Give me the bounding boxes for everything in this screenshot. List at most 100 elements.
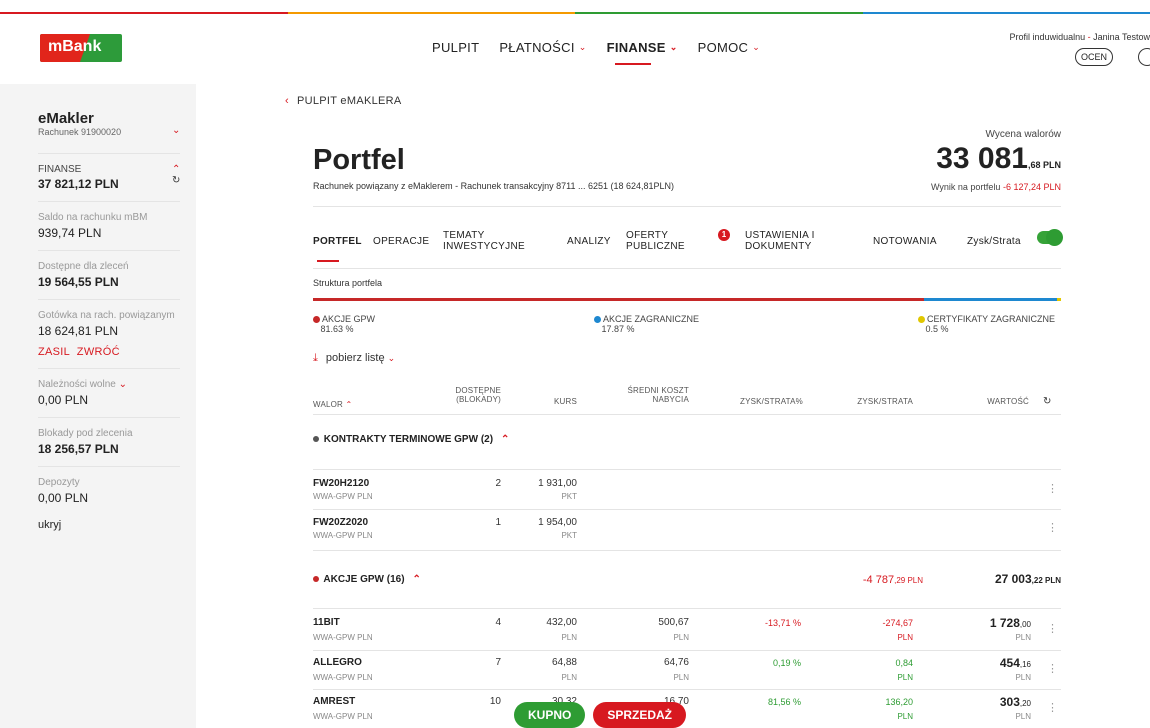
tab-oferty[interactable]: OFERTY PUBLICZNE xyxy=(626,230,685,252)
row-fw20z2020-name[interactable]: FW20Z2020 xyxy=(313,517,368,529)
row-11bit-pnl: -274,67 xyxy=(882,618,913,628)
buy-button[interactable]: KUPNO xyxy=(514,702,586,728)
row-fw20h2120-qty: 2 xyxy=(495,478,501,489)
portfolio-tabs: PORTFEL OPERACJE TEMATY INWESTYCYJNE ANAL… xyxy=(313,228,1063,268)
zwroc-link[interactable]: ZWRÓĆ xyxy=(77,346,120,358)
row-allegro-price: 64,88 xyxy=(551,657,577,668)
row-fw20h2120-price: 1 931,00 xyxy=(538,478,577,489)
row-11bit-avg-cur: PLN xyxy=(673,633,689,642)
row-11bit-market: WWA-GPW PLN xyxy=(313,633,373,642)
group-akcje-gpw[interactable]: AKCJE GPW (16) ⌃ xyxy=(313,574,421,585)
tab-notowania[interactable]: NOTOWANIA xyxy=(873,236,937,247)
profile-info[interactable]: Profil induwidualnu - Janina Testow xyxy=(1010,32,1150,42)
tab-operacje[interactable]: OPERACJE xyxy=(373,236,429,247)
row-allegro-name[interactable]: ALLEGRO xyxy=(313,657,362,669)
sell-button[interactable]: SPRZEDAŻ xyxy=(593,702,687,728)
row-11bit-avg: 500,67 xyxy=(658,617,689,628)
zasil-link[interactable]: ZASIL xyxy=(38,346,70,358)
row-allegro-pnl: 0,84 xyxy=(895,658,913,668)
row-amrest-name[interactable]: AMREST xyxy=(313,696,355,708)
hide-link[interactable]: ukryj xyxy=(38,519,180,531)
legend-akcje-gpw: AKCJE GPW 81.63 % xyxy=(313,314,375,334)
refresh-icon[interactable]: ↻ xyxy=(172,175,180,186)
rate-button[interactable]: OCEN xyxy=(1075,48,1113,66)
group-akcje-gpw-value: 27 003,22 PLN xyxy=(994,572,1061,586)
structure-label: Struktura portfela xyxy=(313,278,383,288)
row-11bit-qty: 4 xyxy=(495,617,501,628)
chevron-down-icon[interactable]: ⌄ xyxy=(172,125,180,136)
row-allegro-pnl-cur: PLN xyxy=(897,673,913,682)
row-11bit-value: 1 728,00 xyxy=(989,616,1031,630)
row-allegro-market: WWA-GPW PLN xyxy=(313,673,373,682)
col-zysk-pct[interactable]: ZYSK/STRATA% xyxy=(713,397,803,406)
row-amrest-value: 303,20 xyxy=(999,695,1031,709)
row-menu-icon[interactable]: ⋮ xyxy=(1047,622,1058,635)
nav-finanse[interactable]: FINANSE ⌄ xyxy=(607,40,678,65)
blokady-label: Blokady pod zlecenia xyxy=(38,428,133,439)
chevron-down-icon: ⌄ xyxy=(387,353,396,363)
row-fw20h2120-name[interactable]: FW20H2120 xyxy=(313,478,369,490)
gotowka-value: 18 624,81 PLN xyxy=(38,324,119,338)
chevron-down-icon: ⌄ xyxy=(578,42,587,52)
col-wartosc[interactable]: WARTOŚĆ xyxy=(953,397,1029,406)
page-subtitle: Rachunek powiązany z eMaklerem - Rachune… xyxy=(313,181,675,191)
download-list[interactable]: ⤓ pobierz listę ⌄ xyxy=(313,352,395,365)
structure-bar xyxy=(313,298,1061,301)
back-link[interactable]: ‹ PULPIT eMAKLERA xyxy=(285,95,402,107)
chevron-up-icon: ⌃ xyxy=(501,434,510,445)
tab-analizy[interactable]: ANALIZY xyxy=(567,236,611,247)
row-menu-icon[interactable]: ⋮ xyxy=(1047,482,1058,495)
col-kurs[interactable]: KURS xyxy=(533,397,577,406)
tab-portfel[interactable]: PORTFEL xyxy=(313,236,362,262)
row-allegro-pct: 0,19 % xyxy=(772,658,801,668)
group-kontrakty[interactable]: KONTRAKTY TERMINOWE GPW (2) ⌃ xyxy=(313,434,509,445)
gotowka-label: Gotówka na rach. powiązanym xyxy=(38,310,175,321)
row-amrest-qty: 10 xyxy=(489,696,501,707)
legend-akcje-zagraniczne: AKCJE ZAGRANICZNE 17.87 % xyxy=(594,314,699,334)
naleznosci-value: 0,00 PLN xyxy=(38,393,89,407)
saldo-value: 939,74 PLN xyxy=(38,226,102,240)
chevron-down-icon: ⌄ xyxy=(752,42,761,52)
portfolio-result: Wynik na portfelu -6 127,24 PLN xyxy=(930,182,1061,192)
naleznosci-label[interactable]: Należności wolne ⌄ xyxy=(38,379,180,390)
chevron-up-icon: ⌃ xyxy=(412,574,421,585)
row-menu-icon[interactable]: ⋮ xyxy=(1047,701,1058,714)
col-walor[interactable]: WALOR ⌃ xyxy=(313,400,352,409)
row-menu-icon[interactable]: ⋮ xyxy=(1047,662,1058,675)
finanse-label[interactable]: FINANSE xyxy=(38,164,180,175)
valuation-value: 33 081,68 PLN xyxy=(936,142,1061,175)
row-fw20z2020-price: 1 954,00 xyxy=(538,517,577,528)
col-dostepne[interactable]: DOSTĘPNE (BLOKADY) xyxy=(443,386,501,404)
row-11bit-name[interactable]: 11BIT xyxy=(313,617,340,629)
chevron-left-icon: ‹ xyxy=(285,95,289,107)
row-menu-icon[interactable]: ⋮ xyxy=(1047,521,1058,534)
row-fw20z2020-unit: PKT xyxy=(561,531,577,540)
chevron-up-icon[interactable]: ⌃ xyxy=(172,164,180,175)
refresh-icon[interactable]: ↻ xyxy=(1043,396,1051,408)
col-sredni-koszt[interactable]: ŚREDNI KOSZT NABYCIA xyxy=(613,386,689,404)
mbank-logo[interactable]: mBank xyxy=(40,34,122,62)
chevron-down-icon: ⌄ xyxy=(118,379,127,390)
row-amrest-market: WWA-GPW PLN xyxy=(313,712,373,721)
row-11bit-price-cur: PLN xyxy=(561,633,577,642)
profit-toggle[interactable] xyxy=(1037,229,1063,246)
row-fw20h2120-unit: PKT xyxy=(561,492,577,501)
row-11bit-pct: -13,71 % xyxy=(764,618,801,628)
logout-icon[interactable] xyxy=(1138,48,1150,66)
notification-badge: 1 xyxy=(718,229,730,241)
row-allegro-avg: 64,76 xyxy=(663,657,689,668)
col-zysk[interactable]: ZYSK/STRATA xyxy=(833,397,913,406)
row-allegro-price-cur: PLN xyxy=(561,673,577,682)
sidebar-title: eMakler xyxy=(38,110,94,127)
tab-tematy[interactable]: TEMATY INWESTYCYJNE xyxy=(443,230,525,252)
nav-platnosci[interactable]: PŁATNOŚCI ⌄ xyxy=(499,40,586,55)
row-allegro-avg-cur: PLN xyxy=(673,673,689,682)
nav-pulpit[interactable]: PULPIT xyxy=(432,40,479,55)
tab-ustawienia[interactable]: USTAWIENIA I DOKUMENTY xyxy=(745,230,815,252)
depozyty-value: 0,00 PLN xyxy=(38,491,89,505)
row-fw20h2120-market: WWA-GPW PLN xyxy=(313,492,373,501)
nav-pomoc[interactable]: POMOC ⌄ xyxy=(698,40,760,55)
account-number[interactable]: Rachunek 91900020 xyxy=(38,127,180,137)
depozyty-label: Depozyty xyxy=(38,477,80,488)
row-fw20z2020-qty: 1 xyxy=(495,517,501,528)
